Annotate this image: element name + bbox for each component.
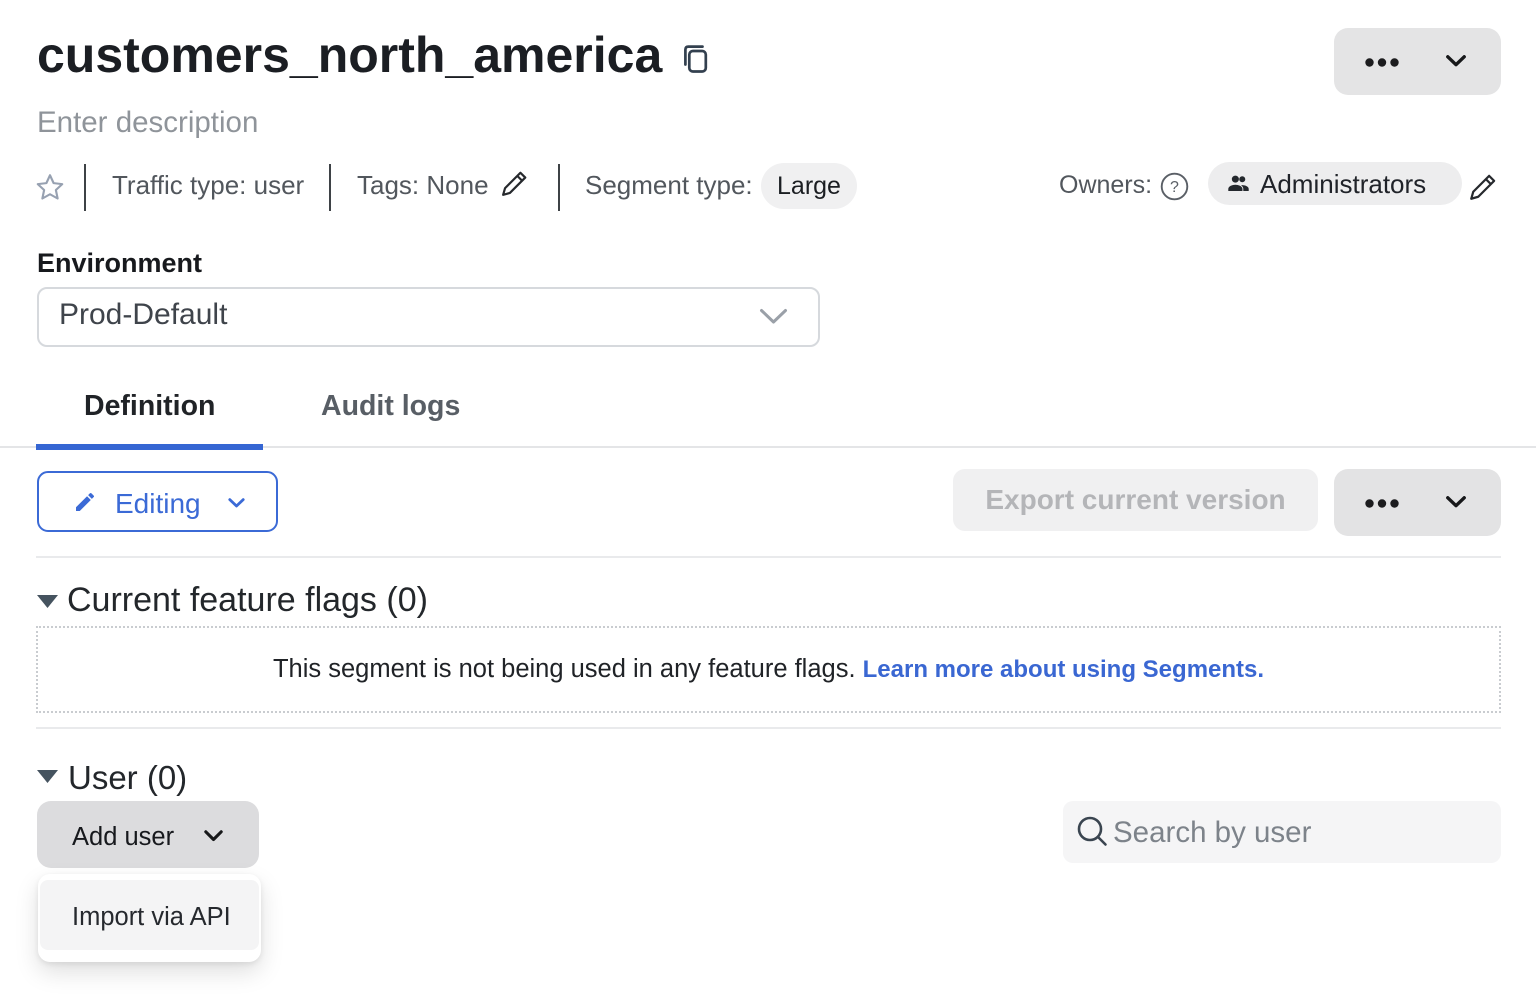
svg-text:?: ? [1170,179,1179,196]
